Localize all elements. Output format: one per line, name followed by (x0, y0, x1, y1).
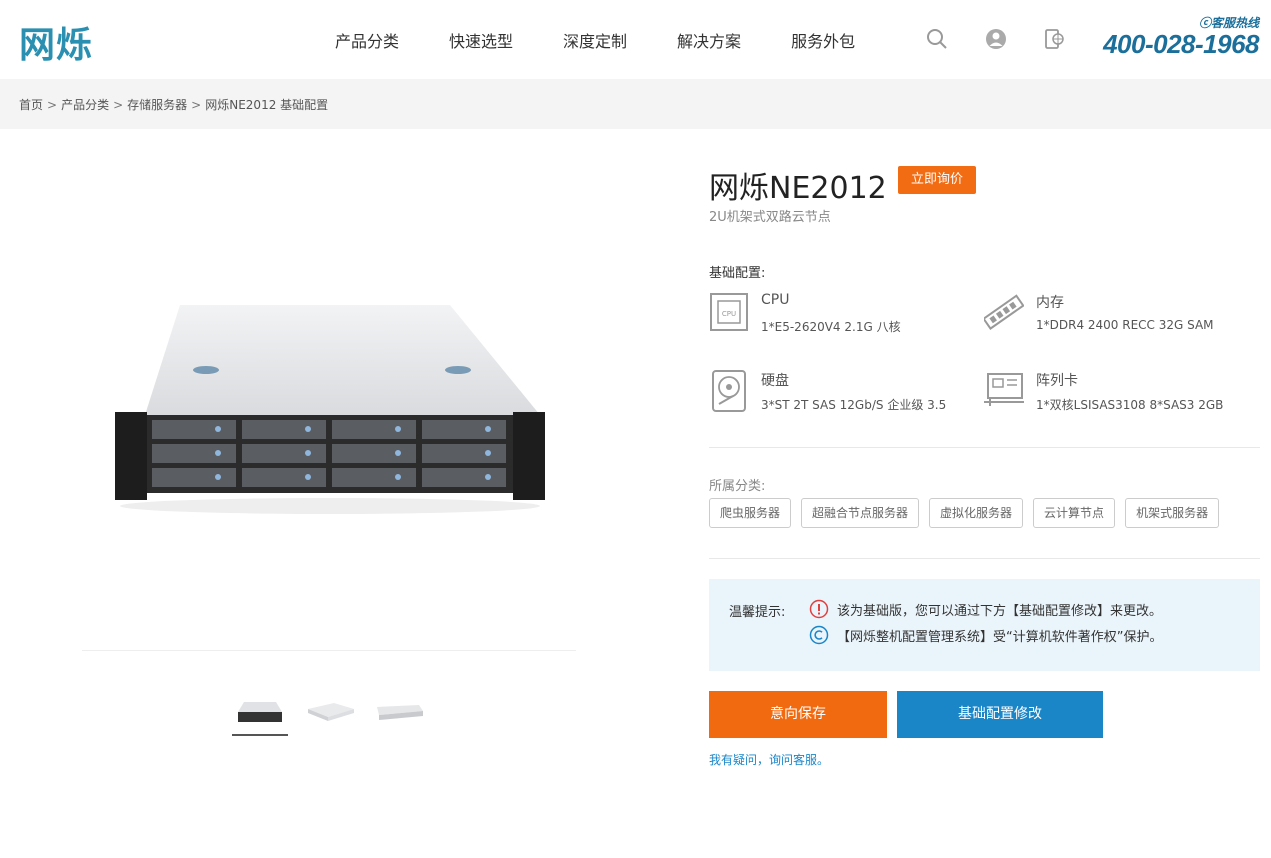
product-title: 网烁NE2012 (709, 171, 887, 206)
gallery-divider (82, 650, 576, 651)
hotline-number: 400-028-1968 (1103, 29, 1259, 59)
server-thumbnail-icon (238, 702, 282, 722)
thumbnail-angle[interactable] (371, 688, 427, 736)
breadcrumb: 首页 > 产品分类 > 存储服务器 > 网烁NE2012 基础配置 (19, 96, 328, 113)
search-icon[interactable] (926, 28, 948, 50)
breadcrumb-bar: 首页 > 产品分类 > 存储服务器 > 网烁NE2012 基础配置 (0, 79, 1271, 129)
breadcrumb-separator: > (191, 98, 202, 112)
nav-item-product-category[interactable]: 产品分类 (335, 28, 399, 52)
hotline: ⓒ客服热线 400-028-1968 (1103, 14, 1259, 57)
nav-item-solutions[interactable]: 解决方案 (677, 28, 741, 52)
raid-card-icon (984, 373, 1024, 406)
breadcrumb-storage-server[interactable]: 存储服务器 (127, 98, 187, 112)
logo[interactable]: 网烁 (19, 16, 93, 68)
server-thumbnail-icon (377, 705, 423, 720)
tag-hyperconverged-server[interactable]: 超融合节点服务器 (801, 498, 920, 528)
user-icon[interactable] (985, 28, 1007, 50)
spec-memory: 内存 1*DDR4 2400 RECC 32G SAM (984, 292, 1244, 342)
category-label: 所属分类: (709, 479, 766, 494)
spec-value: 1*E5-2620V4 2.1G 八核 (761, 320, 901, 334)
product-subtitle: 2U机架式双路云节点 (709, 210, 831, 225)
nav-item-deep-customization[interactable]: 深度定制 (563, 28, 627, 52)
memory-icon (984, 294, 1024, 330)
ask-support-link[interactable]: 我有疑问，询问客服。 (709, 751, 829, 768)
breadcrumb-separator: > (47, 98, 58, 112)
cpu-icon: CPU (710, 293, 748, 331)
inquire-now-button[interactable]: 立即询价 (898, 166, 976, 194)
server-thumbnail-icon (308, 703, 354, 721)
breadcrumb-product-category[interactable]: 产品分类 (61, 98, 109, 112)
breadcrumb-current: 网烁NE2012 基础配置 (205, 98, 329, 112)
spec-value: 3*ST 2T SAS 12Gb/S 企业级 3.5 (761, 398, 947, 412)
nav-item-quick-select[interactable]: 快速选型 (449, 28, 513, 52)
divider (709, 558, 1260, 559)
copyright-icon (809, 625, 829, 645)
spec-value: 1*DDR4 2400 RECC 32G SAM (1036, 318, 1214, 332)
breadcrumb-home[interactable]: 首页 (19, 98, 43, 112)
tag-cloud-node[interactable]: 云计算节点 (1033, 498, 1116, 528)
tip-line-2: 【网烁整机配置管理系统】受“计算机软件著作权”保护。 (809, 625, 1162, 645)
thumbnail-side[interactable] (302, 688, 358, 736)
spec-hard-disk: 硬盘 3*ST 2T SAS 12Gb/S 企业级 3.5 (709, 370, 969, 420)
spec-name: 内存 (1036, 295, 1064, 311)
tip-text: 该为基础版，您可以通过下方【基础配置修改】来更改。 (837, 603, 1163, 619)
spec-raid-card: 阵列卡 1*双核LSISAS3108 8*SAS3 2GB (984, 370, 1244, 420)
spec-cpu: CPU CPU 1*E5-2620V4 2.1G 八核 (709, 292, 969, 342)
hard-disk-icon (712, 370, 746, 412)
tips-label: 温馨提示: (729, 605, 786, 620)
tag-crawler-server[interactable]: 爬虫服务器 (709, 498, 792, 528)
tips-box: 温馨提示: 该为基础版，您可以通过下方【基础配置修改】来更改。 【网烁整机配置管… (709, 579, 1260, 671)
breadcrumb-separator: > (113, 98, 124, 112)
thumbnail-front[interactable] (232, 688, 288, 736)
spec-name: CPU (761, 292, 790, 308)
svg-text:CPU: CPU (722, 310, 736, 318)
spec-value: 1*双核LSISAS3108 8*SAS3 2GB (1036, 398, 1224, 412)
config-heading: 基础配置: (709, 266, 766, 281)
modify-config-button[interactable]: 基础配置修改 (897, 691, 1103, 738)
spec-name: 阵列卡 (1036, 373, 1078, 389)
nav-item-service-outsourcing[interactable]: 服务外包 (791, 28, 855, 52)
spec-name: 硬盘 (761, 373, 789, 389)
tag-rack-server[interactable]: 机架式服务器 (1125, 498, 1220, 528)
category-tags: 爬虫服务器 超融合节点服务器 虚拟化服务器 云计算节点 机架式服务器 (709, 498, 1229, 528)
mobile-site-icon[interactable] (1043, 28, 1065, 50)
tip-line-1: 该为基础版，您可以通过下方【基础配置修改】来更改。 (809, 599, 1162, 619)
divider (709, 447, 1260, 448)
warning-icon (809, 599, 829, 619)
site-header: 网烁 产品分类 快速选型 深度定制 解决方案 服务外包 ⓒ客服热线 400-02… (0, 0, 1271, 79)
product-main-image (115, 305, 545, 514)
tip-text: 【网烁整机配置管理系统】受“计算机软件著作权”保护。 (837, 629, 1163, 645)
save-intent-button[interactable]: 意向保存 (709, 691, 887, 738)
tag-virtualization-server[interactable]: 虚拟化服务器 (929, 498, 1024, 528)
main-nav: 产品分类 快速选型 深度定制 解决方案 服务外包 (310, 0, 880, 79)
